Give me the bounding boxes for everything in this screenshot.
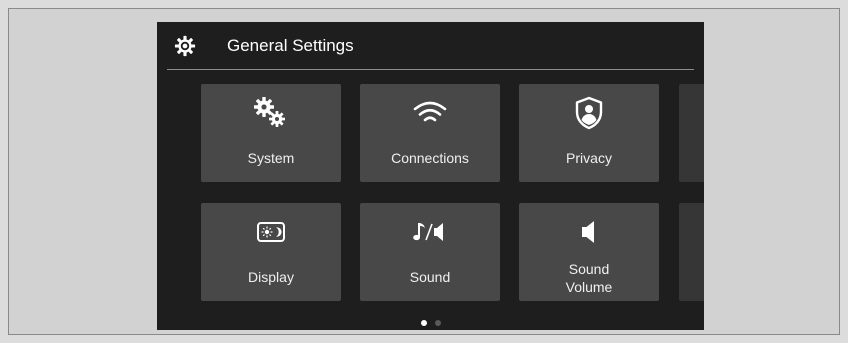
tile-label-line: Volume	[565, 279, 613, 295]
tile-label: Connections	[391, 150, 469, 166]
gear-icon	[174, 35, 196, 57]
sound-note-speaker-icon	[400, 215, 460, 249]
tile-label: Sound Volume	[519, 260, 659, 296]
header-bar: General Settings	[157, 22, 704, 70]
tile-label: Sound	[409, 269, 451, 285]
privacy-shield-icon	[559, 96, 619, 130]
page-dot[interactable]	[435, 320, 441, 326]
wifi-icon	[400, 96, 460, 130]
tile-privacy[interactable]: Privacy	[519, 84, 659, 182]
speaker-icon	[559, 215, 619, 249]
tile-label-line: Sound	[568, 261, 610, 277]
tile-sound[interactable]: Sound	[360, 203, 500, 301]
gears-icon	[241, 96, 301, 130]
settings-screen: General Settings System Connections Priv…	[157, 22, 704, 330]
tile-connections[interactable]: Connections	[360, 84, 500, 182]
tile-label: Privacy	[566, 150, 612, 166]
tile-system[interactable]: System	[201, 84, 341, 182]
tile-display[interactable]: Display	[201, 203, 341, 301]
tile-label: Display	[248, 269, 294, 285]
page-dot-active[interactable]	[421, 320, 427, 326]
tile-label: System	[247, 150, 295, 166]
display-day-night-icon	[241, 215, 301, 249]
next-tile-partial	[679, 203, 704, 301]
next-tile-partial	[679, 84, 704, 182]
page-title: General Settings	[227, 36, 354, 55]
header-divider	[167, 69, 694, 70]
tile-sound-volume[interactable]: Sound Volume	[519, 203, 659, 301]
